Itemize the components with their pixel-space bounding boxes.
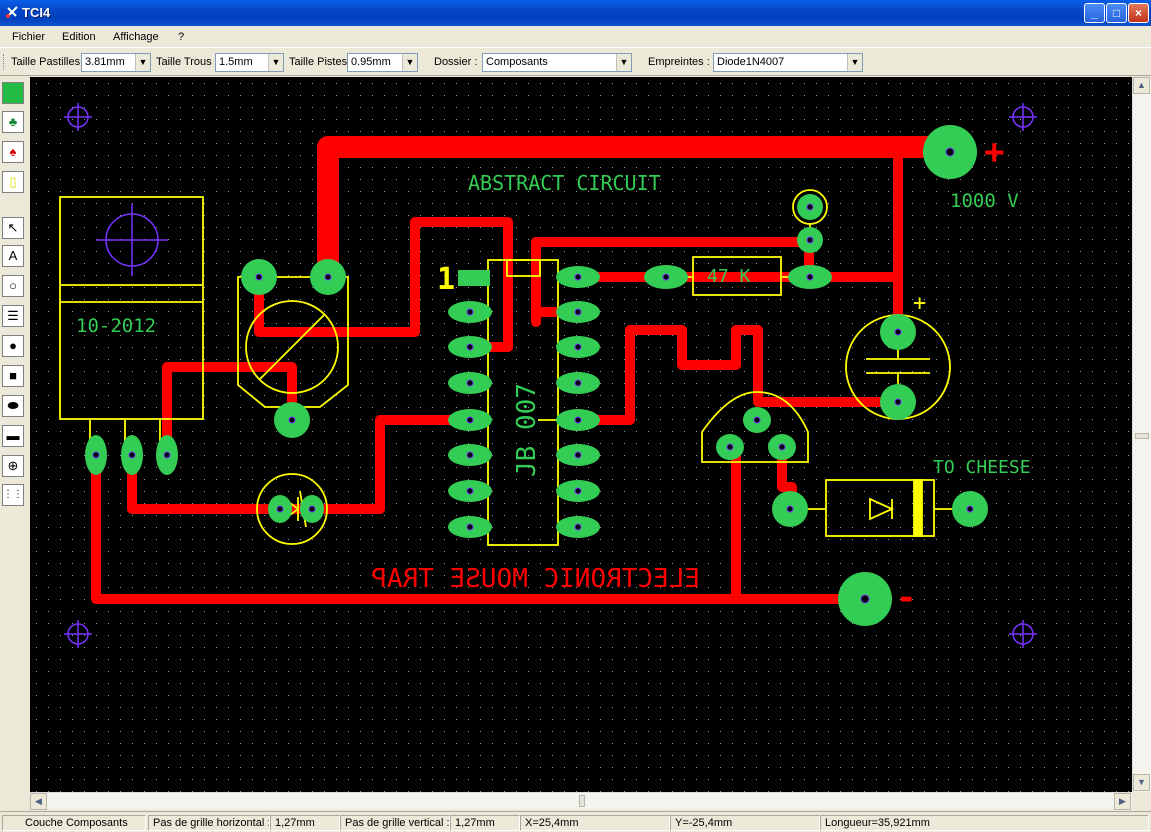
footprint-value: Diode1N4007 — [717, 56, 785, 68]
cheese-text: TO CHEESE — [933, 457, 1031, 478]
hole-size-select[interactable]: 1.5mm ▼ — [215, 53, 284, 72]
title-bar: TCI4 _ □ × — [0, 0, 1151, 26]
menu-fichier[interactable]: Fichier — [12, 31, 45, 43]
plus-sign: + — [984, 132, 1004, 172]
chevron-down-icon[interactable]: ▼ — [135, 54, 150, 71]
round-pad-icon[interactable]: ● — [2, 335, 24, 357]
layer-color-icon[interactable] — [2, 82, 24, 104]
footprint-select[interactable]: Diode1N4007 ▼ — [713, 53, 863, 72]
close-button[interactable]: × — [1128, 3, 1149, 23]
folder-label: Dossier : — [434, 56, 478, 68]
menu-bar: Fichier Edition Affichage ? — [0, 26, 1151, 48]
status-x-coordinate: X=25,4mm — [520, 815, 670, 831]
pad-size-value: 3.81mm — [85, 56, 125, 68]
square-pad-icon[interactable]: ■ — [2, 365, 24, 387]
scroll-down-button[interactable]: ▼ — [1133, 774, 1150, 791]
track-size-label: Taille Pistes — [289, 56, 348, 68]
chevron-down-icon[interactable]: ▼ — [402, 54, 417, 71]
status-vgrid-label: Pas de grille vertical : — [340, 815, 450, 831]
pcb-title-text: ABSTRACT CIRCUIT — [468, 171, 661, 195]
toolbar: Taille Pastilles 3.81mm ▼ Taille Trous 1… — [0, 49, 1151, 76]
status-y-coordinate: Y=-25,4mm — [670, 815, 820, 831]
scroll-thumb[interactable] — [579, 795, 585, 807]
horizontal-scrollbar[interactable]: ◀ ▶ — [30, 792, 1132, 810]
hole-size-label: Taille Trous — [156, 56, 212, 68]
scroll-up-button[interactable]: ▲ — [1133, 77, 1150, 94]
green-pin-icon[interactable]: ♣ — [2, 111, 24, 133]
track-size-value: 0.95mm — [351, 56, 391, 68]
red-pin-icon[interactable]: ♠ — [2, 141, 24, 163]
status-hgrid-label: Pas de grille horizontal : — [148, 815, 270, 831]
crosshair-icon[interactable]: ⊕ — [2, 455, 24, 477]
oval-pad-icon[interactable]: ⬬ — [2, 395, 24, 417]
vertical-scrollbar[interactable]: ▲ ▼ — [1132, 77, 1151, 792]
yellow-frame-icon[interactable]: ▯ — [2, 171, 24, 193]
lines-tool-icon[interactable]: ☰ — [2, 305, 24, 327]
regulator-date-text: 10-2012 — [76, 315, 156, 337]
pad-size-select[interactable]: 3.81mm ▼ — [81, 53, 151, 72]
rect-pad-icon[interactable]: ▬ — [2, 425, 24, 447]
chevron-down-icon[interactable]: ▼ — [616, 54, 631, 71]
minimize-button[interactable]: _ — [1084, 3, 1105, 23]
scroll-right-button[interactable]: ▶ — [1114, 793, 1131, 810]
pin1-marker: 1 — [437, 262, 455, 297]
status-vgrid-value: 1,27mm — [450, 815, 520, 831]
toolbar-grip[interactable] — [3, 54, 6, 70]
mirrored-bottom-text: ELECTRONIC MOUSE TRAP — [371, 564, 700, 594]
status-hgrid-value: 1,27mm — [270, 815, 340, 831]
status-layer: Couche Composants — [2, 815, 146, 831]
status-bar: Couche Composants Pas de grille horizont… — [0, 811, 1151, 832]
voltage-text: 1000 V — [950, 190, 1019, 212]
folder-value: Composants — [486, 56, 548, 68]
hole-size-value: 1.5mm — [219, 56, 253, 68]
minus-sign: - — [896, 578, 916, 618]
folder-select[interactable]: Composants ▼ — [482, 53, 632, 72]
footprint-label: Empreintes : — [648, 56, 710, 68]
pcb-canvas[interactable]: ABSTRACT CIRCUIT 1000 V + - TO CHEESE 47… — [30, 77, 1132, 792]
pad-size-label: Taille Pastilles — [11, 56, 81, 68]
status-length: Longueur=35,921mm — [820, 815, 1149, 831]
maximize-button[interactable]: □ — [1106, 3, 1127, 23]
tool-palette: ♣ ♠ ▯ ↖ A ○ ☰ ● ■ ⬬ ▬ ⊕ ⋮⋮ — [0, 77, 30, 792]
resistor-value-text: 47 K — [707, 266, 751, 287]
select-arrow-icon[interactable]: ↖ — [2, 217, 24, 239]
ic-label-text: JB 007 — [512, 383, 542, 477]
menu-edition[interactable]: Edition — [62, 31, 96, 43]
scroll-left-button[interactable]: ◀ — [30, 793, 47, 810]
pcb-drawing[interactable]: ABSTRACT CIRCUIT 1000 V + - TO CHEESE 47… — [30, 77, 1132, 792]
dil-pads-icon[interactable]: ⋮⋮ — [2, 484, 24, 506]
scroll-thumb[interactable] — [1135, 433, 1149, 439]
text-tool-icon[interactable]: A — [2, 245, 24, 267]
circle-tool-icon[interactable]: ○ — [2, 275, 24, 297]
track-size-select[interactable]: 0.95mm ▼ — [347, 53, 418, 72]
window-title: TCI4 — [22, 5, 51, 20]
chevron-down-icon[interactable]: ▼ — [847, 54, 862, 71]
chevron-down-icon[interactable]: ▼ — [268, 54, 283, 71]
capacitor-polarity: + — [913, 291, 926, 316]
app-icon — [6, 6, 18, 18]
menu-help[interactable]: ? — [178, 31, 184, 43]
menu-affichage[interactable]: Affichage — [113, 31, 159, 43]
